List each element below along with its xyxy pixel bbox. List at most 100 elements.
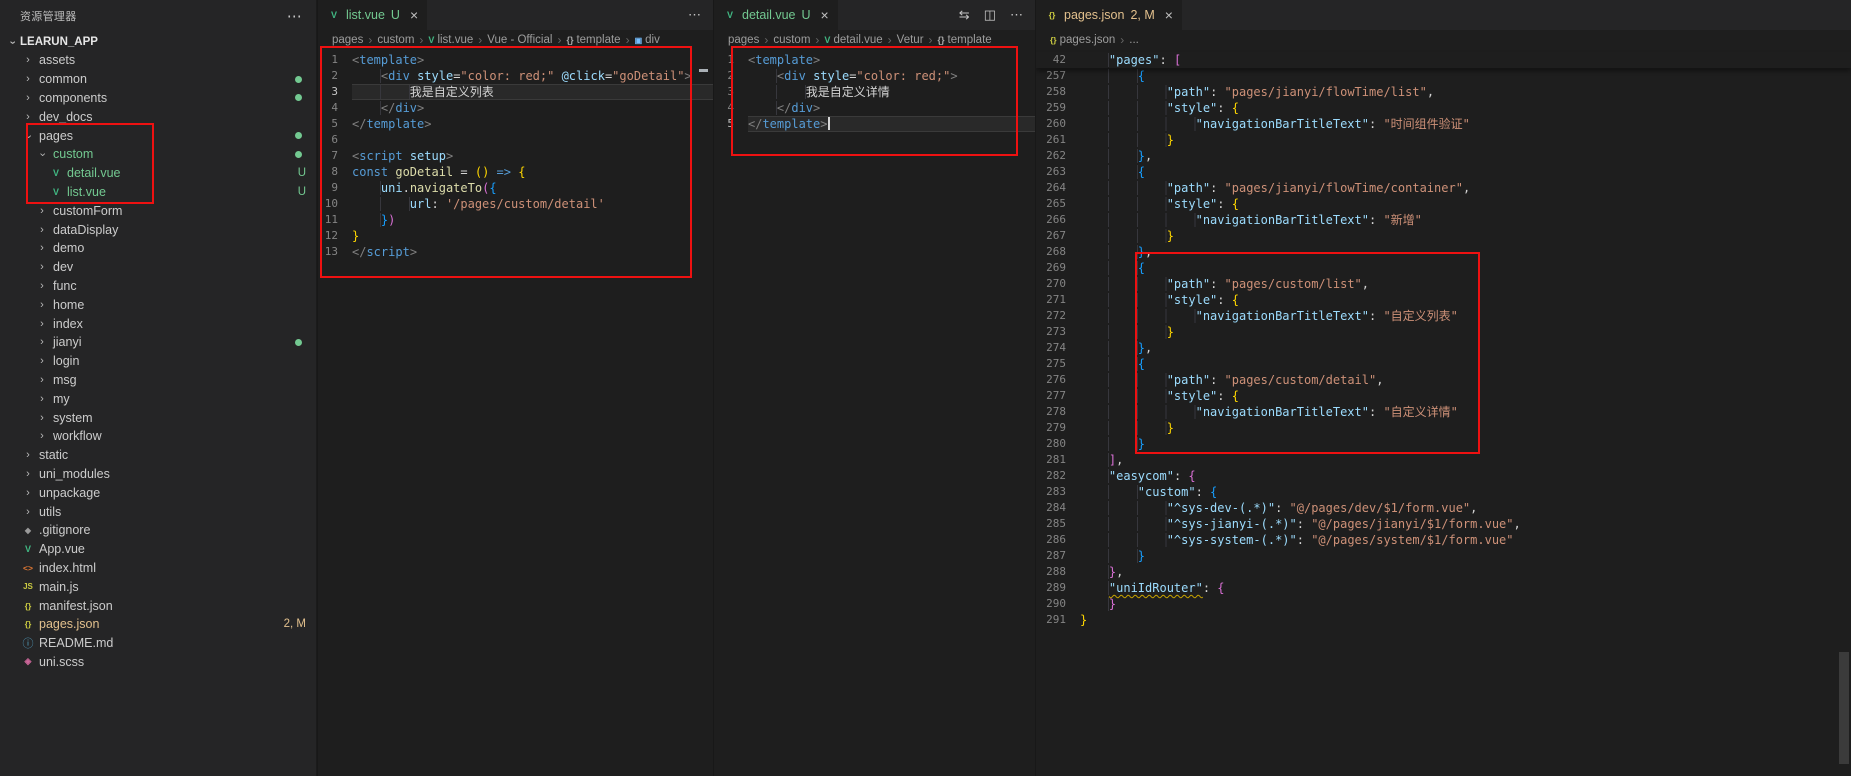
tree-item-dataDisplay[interactable]: ›dataDisplay (0, 220, 316, 239)
code-line-7[interactable]: 7<script setup> (318, 148, 713, 164)
code-line-5[interactable]: 5</template> (714, 116, 1035, 132)
tree-item-assets[interactable]: ›assets (0, 51, 316, 70)
tree-item-workflow[interactable]: ›workflow (0, 427, 316, 446)
split-editor-icon[interactable]: ◫ (984, 7, 996, 23)
code-line-290[interactable]: 290 } (1036, 596, 1851, 612)
tree-item-msg[interactable]: ›msg (0, 371, 316, 390)
tree-item-func[interactable]: ›func (0, 277, 316, 296)
more-actions-icon[interactable]: ⋯ (1010, 7, 1023, 23)
tree-item-index.html[interactable]: <>index.html (0, 559, 316, 578)
code-line-258[interactable]: 258 "path": "pages/jianyi/flowTime/list"… (1036, 84, 1851, 100)
code-line-287[interactable]: 287 } (1036, 548, 1851, 564)
breadcrumb-item-pages[interactable]: pages (332, 34, 363, 46)
tree-item-jianyi[interactable]: ›jianyi (0, 333, 316, 352)
code-line-279[interactable]: 279 } (1036, 420, 1851, 436)
code-line-4[interactable]: 4 </div> (318, 100, 713, 116)
code-line-267[interactable]: 267 } (1036, 228, 1851, 244)
tree-item-utils[interactable]: ›utils (0, 502, 316, 521)
tree-item-README.md[interactable]: ⓘREADME.md (0, 634, 316, 653)
code-line-5[interactable]: 5</template> (318, 116, 713, 132)
tree-item-common[interactable]: ›common (0, 70, 316, 89)
breadcrumb-item-list-vue[interactable]: Vlist.vue (428, 34, 473, 46)
code-line-2[interactable]: 2 <div style="color: red;"> (714, 68, 1035, 84)
more-actions-icon[interactable]: ⋯ (688, 7, 701, 23)
code-line-4[interactable]: 4 </div> (714, 100, 1035, 116)
tree-item-static[interactable]: ›static (0, 446, 316, 465)
code-line-291[interactable]: 291} (1036, 612, 1851, 628)
breadcrumb-item-vue-official[interactable]: Vue - Official (487, 34, 552, 46)
tree-item-App.vue[interactable]: VApp.vue (0, 540, 316, 559)
code-line-266[interactable]: 266 "navigationBarTitleText": "新增" (1036, 212, 1851, 228)
code-line-11[interactable]: 11 }) (318, 212, 713, 228)
tree-item-demo[interactable]: ›demo (0, 239, 316, 258)
code-line-288[interactable]: 288 }, (1036, 564, 1851, 580)
code-line-8[interactable]: 8const goDetail = () => { (318, 164, 713, 180)
tree-item-dev[interactable]: ›dev (0, 258, 316, 277)
close-icon[interactable]: × (821, 7, 829, 23)
tree-item-detail.vue[interactable]: Vdetail.vueU (0, 164, 316, 183)
tree-item-my[interactable]: ›my (0, 389, 316, 408)
code-editor-pages-json[interactable]: 42 "pages": [257 {258 "path": "pages/jia… (1036, 50, 1851, 776)
code-line-264[interactable]: 264 "path": "pages/jianyi/flowTime/conta… (1036, 180, 1851, 196)
code-editor-detail-vue[interactable]: 1<template>2 <div style="color: red;">3 … (714, 50, 1035, 776)
code-line-259[interactable]: 259 "style": { (1036, 100, 1851, 116)
code-line-281[interactable]: 281 ], (1036, 452, 1851, 468)
code-line-260[interactable]: 260 "navigationBarTitleText": "时间组件验证" (1036, 116, 1851, 132)
tab-list-vue[interactable]: V list.vue U × (318, 0, 428, 30)
code-line-265[interactable]: 265 "style": { (1036, 196, 1851, 212)
breadcrumb-item-template[interactable]: {}template (938, 34, 992, 46)
scrollbar-thumb[interactable] (1839, 652, 1849, 764)
tree-item-uni_modules[interactable]: ›uni_modules (0, 465, 316, 484)
code-line-277[interactable]: 277 "style": { (1036, 388, 1851, 404)
close-icon[interactable]: × (1165, 7, 1173, 23)
tree-item-list.vue[interactable]: Vlist.vueU (0, 183, 316, 202)
breadcrumb-item--[interactable]: ... (1129, 34, 1139, 46)
code-line-3[interactable]: 3 我是自定义列表 (318, 84, 713, 100)
code-line-1[interactable]: 1<template> (318, 52, 713, 68)
code-line-13[interactable]: 13</script> (318, 244, 713, 260)
tree-item-.gitignore[interactable]: ◆.gitignore (0, 521, 316, 540)
tab-detail-vue[interactable]: V detail.vue U × (714, 0, 839, 30)
code-line-12[interactable]: 12} (318, 228, 713, 244)
code-line-278[interactable]: 278 "navigationBarTitleText": "自定义详情" (1036, 404, 1851, 420)
code-line-283[interactable]: 283 "custom": { (1036, 484, 1851, 500)
open-changes-icon[interactable]: ⇆ (959, 7, 970, 23)
code-line-270[interactable]: 270 "path": "pages/custom/list", (1036, 276, 1851, 292)
code-line-271[interactable]: 271 "style": { (1036, 292, 1851, 308)
tree-item-index[interactable]: ›index (0, 314, 316, 333)
tree-item-pages[interactable]: ›pages (0, 126, 316, 145)
code-line-257[interactable]: 257 { (1036, 68, 1851, 84)
code-line-10[interactable]: 10 url: '/pages/custom/detail' (318, 196, 713, 212)
tree-item-components[interactable]: ›components (0, 89, 316, 108)
tree-item-unpackage[interactable]: ›unpackage (0, 483, 316, 502)
code-line-274[interactable]: 274 }, (1036, 340, 1851, 356)
tree-item-pages.json[interactable]: {}pages.json2, M (0, 615, 316, 634)
code-line-286[interactable]: 286 "^sys-system-(.*)": "@/pages/system/… (1036, 532, 1851, 548)
tree-item-custom[interactable]: ›custom (0, 145, 316, 164)
tab-pages-json[interactable]: {} pages.json 2, M × (1036, 0, 1183, 30)
code-line-6[interactable]: 6 (318, 132, 713, 148)
close-icon[interactable]: × (410, 7, 418, 23)
code-line-282[interactable]: 282 "easycom": { (1036, 468, 1851, 484)
code-line-285[interactable]: 285 "^sys-jianyi-(.*)": "@/pages/jianyi/… (1036, 516, 1851, 532)
code-line-276[interactable]: 276 "path": "pages/custom/detail", (1036, 372, 1851, 388)
code-line-42[interactable]: 42 "pages": [ (1036, 52, 1851, 68)
tree-item-login[interactable]: ›login (0, 352, 316, 371)
tree-item-uni.scss[interactable]: ◈uni.scss (0, 653, 316, 672)
code-line-268[interactable]: 268 }, (1036, 244, 1851, 260)
tree-item-customForm[interactable]: ›customForm (0, 201, 316, 220)
code-line-263[interactable]: 263 { (1036, 164, 1851, 180)
breadcrumb-item-detail-vue[interactable]: Vdetail.vue (824, 34, 882, 46)
code-line-273[interactable]: 273 } (1036, 324, 1851, 340)
code-line-280[interactable]: 280 } (1036, 436, 1851, 452)
code-line-289[interactable]: 289 "uniIdRouter": { (1036, 580, 1851, 596)
code-editor-list-vue[interactable]: 1<template>2 <div style="color: red;" @c… (318, 50, 713, 776)
code-line-1[interactable]: 1<template> (714, 52, 1035, 68)
code-line-284[interactable]: 284 "^sys-dev-(.*)": "@/pages/dev/$1/for… (1036, 500, 1851, 516)
tree-root-learun-app[interactable]: › LEARUN_APP (0, 32, 316, 51)
more-actions-icon[interactable]: ⋯ (287, 7, 302, 25)
tree-item-dev_docs[interactable]: ›dev_docs (0, 107, 316, 126)
code-line-3[interactable]: 3 我是自定义详情 (714, 84, 1035, 100)
tree-item-system[interactable]: ›system (0, 408, 316, 427)
breadcrumb-item-custom[interactable]: custom (773, 34, 810, 46)
